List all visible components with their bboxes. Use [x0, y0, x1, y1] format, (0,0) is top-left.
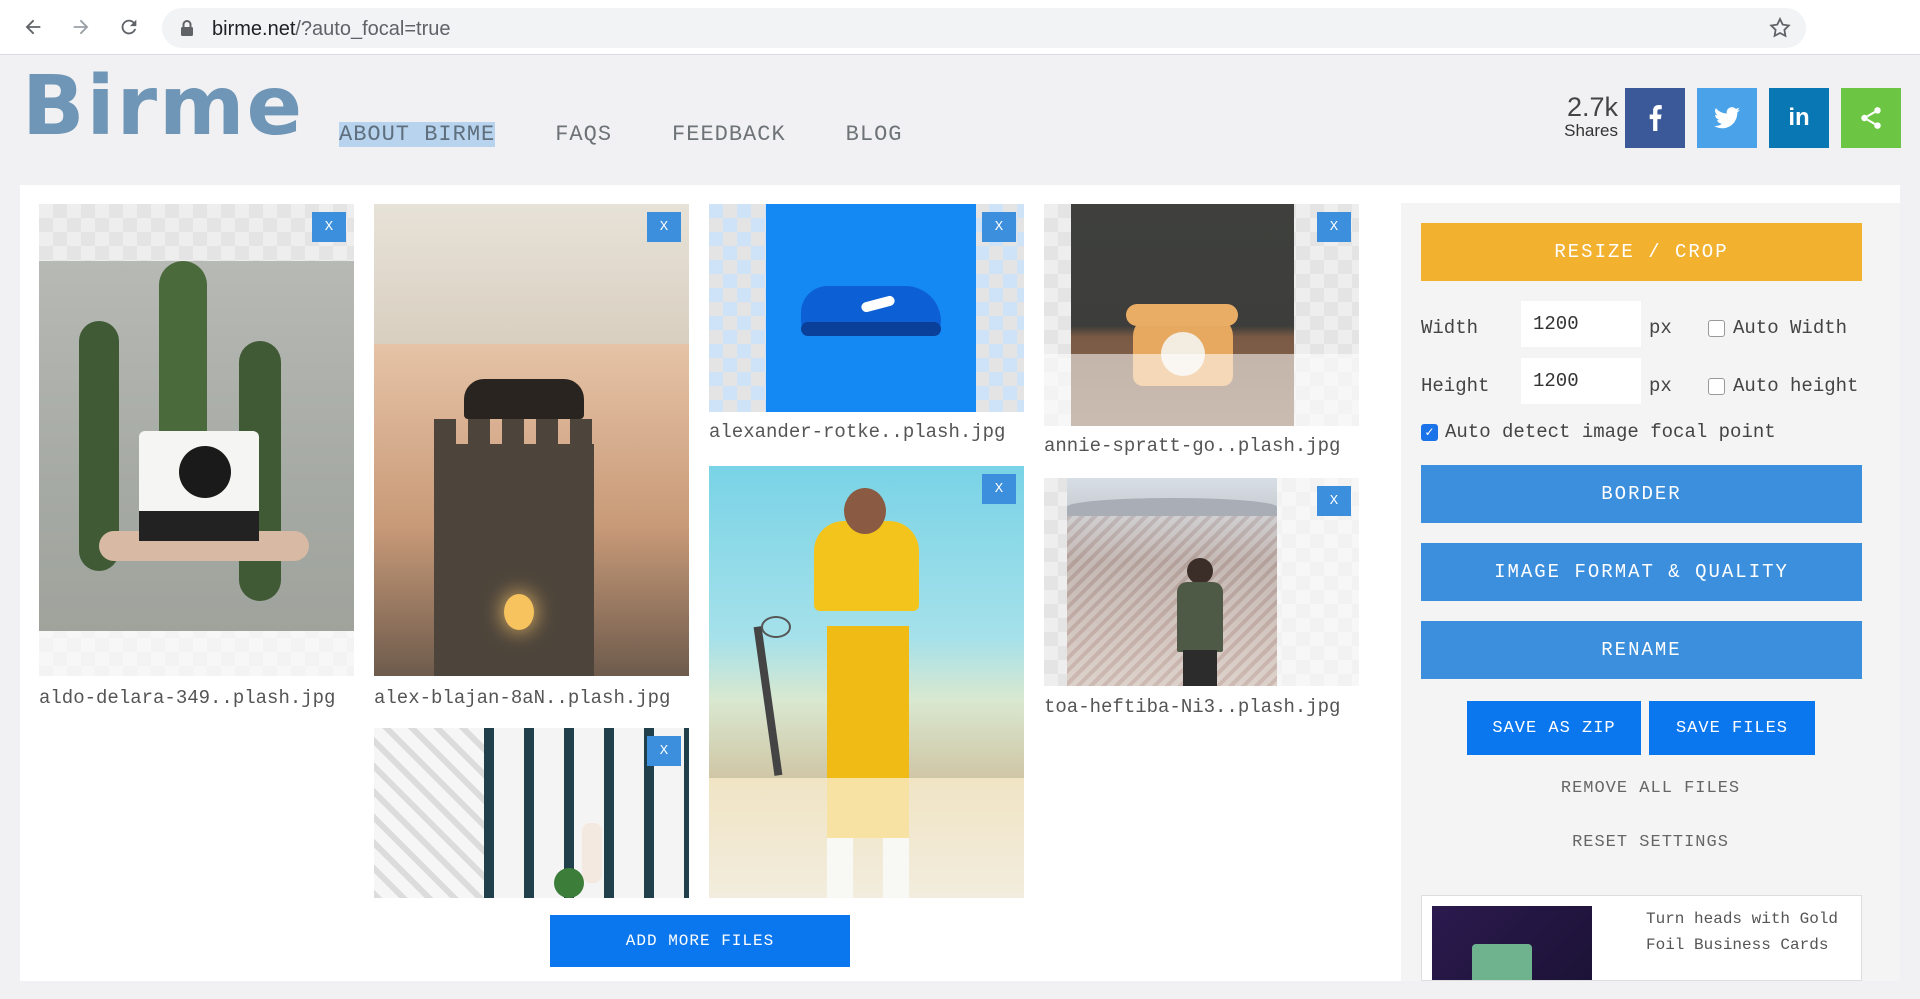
image-thumbnail[interactable]	[709, 466, 1024, 898]
auto-width-checkbox[interactable]	[1708, 320, 1725, 337]
image-thumbnail[interactable]	[1044, 478, 1359, 686]
auto-height-checkbox[interactable]	[1708, 378, 1725, 395]
twitter-icon	[1714, 107, 1740, 129]
remove-image-button[interactable]: X	[1317, 212, 1351, 242]
more-share-button[interactable]	[1841, 88, 1901, 148]
back-icon[interactable]	[18, 12, 48, 42]
photo-preview	[766, 204, 976, 412]
auto-focal-checkbox[interactable]: ✓	[1421, 424, 1438, 441]
image-thumbnail[interactable]	[374, 204, 689, 676]
remove-image-button[interactable]: X	[312, 212, 346, 242]
remove-all-files-link[interactable]: REMOVE ALL FILES	[1401, 779, 1900, 798]
image-card: X alex-blajan-8aN..plash.jpg	[374, 204, 689, 724]
advertisement[interactable]: Turn heads with Gold Foil Business Cards	[1421, 895, 1862, 981]
browser-toolbar: birme.net/?auto_focal=true	[0, 0, 1920, 55]
twitter-share-button[interactable]	[1697, 88, 1757, 148]
linkedin-icon: in	[1788, 104, 1810, 131]
image-card: X toa-heftiba-Ni3..plash.jpg	[1044, 478, 1359, 723]
nav-faqs[interactable]: FAQS	[555, 122, 612, 147]
photo-preview	[1067, 478, 1277, 686]
nav-feedback[interactable]: FEEDBACK	[672, 122, 786, 147]
ad-image	[1432, 906, 1592, 980]
address-bar[interactable]: birme.net/?auto_focal=true	[162, 8, 1806, 48]
reset-settings-link[interactable]: RESET SETTINGS	[1401, 833, 1900, 852]
share-count-label: Shares	[1564, 121, 1618, 140]
bookmark-star-icon[interactable]	[1768, 16, 1792, 44]
file-name: aldo-delara-349..plash.jpg	[39, 687, 336, 709]
height-unit: px	[1649, 375, 1672, 397]
width-unit: px	[1649, 317, 1672, 339]
image-thumbnail[interactable]	[1044, 204, 1359, 426]
width-input[interactable]	[1521, 301, 1641, 347]
remove-image-button[interactable]: X	[982, 212, 1016, 242]
facebook-icon	[1649, 105, 1662, 131]
remove-image-button[interactable]: X	[1317, 486, 1351, 516]
file-name: toa-heftiba-Ni3..plash.jpg	[1044, 696, 1341, 718]
site-logo[interactable]: Birme	[22, 66, 304, 148]
file-name: annie-spratt-go..plash.jpg	[1044, 435, 1341, 457]
image-card: X	[709, 466, 1024, 898]
height-input[interactable]	[1521, 358, 1641, 404]
image-thumbnail[interactable]	[709, 204, 1024, 412]
save-files-button[interactable]: SAVE FILES	[1649, 701, 1815, 755]
forward-icon[interactable]	[66, 12, 96, 42]
remove-image-button[interactable]: X	[647, 736, 681, 766]
auto-width-label: Auto Width	[1733, 317, 1848, 339]
width-label: Width	[1421, 317, 1479, 339]
height-label: Height	[1421, 375, 1490, 397]
lock-icon	[180, 19, 194, 41]
ad-text: Turn heads with Gold Foil Business Cards	[1646, 910, 1839, 954]
url-text: birme.net/?auto_focal=true	[212, 18, 451, 40]
share-counter: 2.7k Shares	[1548, 94, 1618, 141]
site-header: Birme ABOUT BIRME FAQS FEEDBACK BLOG 2.7…	[0, 56, 1920, 166]
image-card: X alexander-rotke..plash.jpg	[709, 204, 1024, 443]
add-more-files-button[interactable]: ADD MORE FILES	[550, 915, 850, 967]
file-name: alexander-rotke..plash.jpg	[709, 421, 1006, 443]
photo-preview	[709, 466, 1024, 778]
auto-height-label: Auto height	[1733, 375, 1859, 397]
remove-image-button[interactable]: X	[647, 212, 681, 242]
photo-preview	[374, 728, 689, 898]
resize-crop-button[interactable]: RESIZE / CROP	[1421, 223, 1862, 281]
share-count: 2.7k	[1566, 92, 1618, 122]
auto-focal-label: Auto detect image focal point	[1445, 421, 1776, 443]
remove-image-button[interactable]: X	[982, 474, 1016, 504]
reload-icon[interactable]	[114, 12, 144, 42]
image-card: X aldo-delara-349..plash.jpg	[39, 204, 354, 724]
linkedin-share-button[interactable]: in	[1769, 88, 1829, 148]
image-thumbnail[interactable]	[374, 728, 689, 898]
photo-preview	[374, 344, 689, 676]
image-card: X	[374, 728, 689, 898]
facebook-share-button[interactable]	[1625, 88, 1685, 148]
settings-panel: RESIZE / CROP Width px Auto Width Height…	[1401, 203, 1900, 981]
image-card: X annie-spratt-go..plash.jpg	[1044, 204, 1359, 457]
share-icon	[1861, 107, 1881, 129]
photo-preview	[39, 261, 354, 631]
main-nav: ABOUT BIRME FAQS FEEDBACK BLOG	[339, 122, 902, 147]
save-as-zip-button[interactable]: SAVE AS ZIP	[1467, 701, 1641, 755]
border-button[interactable]: BORDER	[1421, 465, 1862, 523]
main-content: X aldo-delara-349..plash.jpg X alex-blaj…	[20, 185, 1900, 981]
nav-about[interactable]: ABOUT BIRME	[339, 122, 496, 147]
image-format-quality-button[interactable]: IMAGE FORMAT & QUALITY	[1421, 543, 1862, 601]
file-name: alex-blajan-8aN..plash.jpg	[374, 687, 671, 709]
image-thumbnail[interactable]	[39, 204, 354, 676]
rename-button[interactable]: RENAME	[1421, 621, 1862, 679]
nav-blog[interactable]: BLOG	[846, 122, 903, 147]
photo-preview-top	[374, 204, 689, 344]
